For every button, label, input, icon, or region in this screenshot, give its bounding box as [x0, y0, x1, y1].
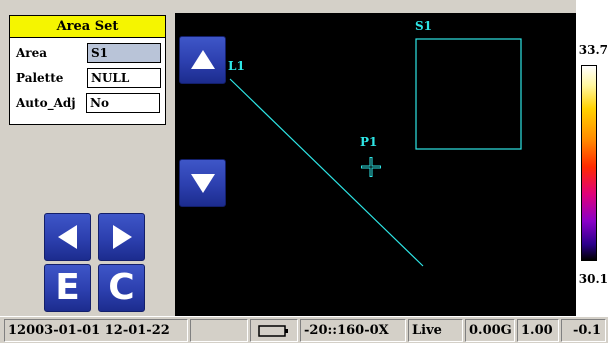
status-bar: 12003-01-01 12-01-22 -20::160-0X Live 0.… — [0, 316, 608, 343]
thermal-view[interactable]: L1 S1 P1 — [175, 13, 576, 316]
palette-field[interactable]: NULL — [87, 68, 161, 88]
area-field[interactable]: S1 — [87, 43, 161, 63]
line-l1[interactable] — [229, 78, 424, 267]
c-label: C — [108, 267, 135, 308]
down-button[interactable] — [179, 159, 226, 207]
scale-min: 30.1 — [578, 272, 608, 286]
point-p1-label: P1 — [360, 135, 378, 149]
arrow-down-icon — [190, 174, 215, 193]
auto-adj-label: Auto_Adj — [16, 96, 76, 110]
auto-adj-field[interactable]: No — [86, 93, 160, 113]
area-s1[interactable] — [415, 38, 522, 150]
palette-label: Palette — [16, 71, 64, 85]
left-button[interactable] — [44, 213, 91, 261]
e-button[interactable]: E — [44, 264, 91, 312]
battery-icon — [258, 325, 288, 337]
up-button[interactable] — [179, 36, 226, 84]
color-bar — [581, 65, 597, 261]
mode-cell: Live — [408, 319, 463, 342]
right-button[interactable] — [98, 213, 145, 261]
emissivity-cell: 1.00 — [517, 319, 559, 342]
c-button[interactable]: C — [98, 264, 145, 312]
offset-cell: -0.1 — [561, 319, 606, 342]
range-cell: -20::160-0X — [300, 319, 406, 342]
gain-cell: 0.00G — [465, 319, 515, 342]
area-set-title: Area Set — [10, 16, 165, 38]
scale-max: 33.7 — [578, 43, 608, 57]
arrow-left-icon — [57, 225, 77, 249]
point-p1-crosshair-icon[interactable] — [361, 157, 381, 177]
datetime: 12003-01-01 12-01-22 — [4, 319, 188, 342]
e-label: E — [55, 267, 80, 308]
line-l1-label: L1 — [228, 59, 245, 73]
area-s1-label: S1 — [415, 19, 433, 33]
area-label: Area — [16, 46, 48, 60]
arrow-right-icon — [112, 225, 132, 249]
battery-cell — [250, 319, 298, 342]
arrow-up-icon — [190, 50, 215, 69]
area-set-panel: Area Set Area S1 Palette NULL Auto_Adj N… — [9, 15, 166, 125]
status-blank — [190, 319, 248, 342]
